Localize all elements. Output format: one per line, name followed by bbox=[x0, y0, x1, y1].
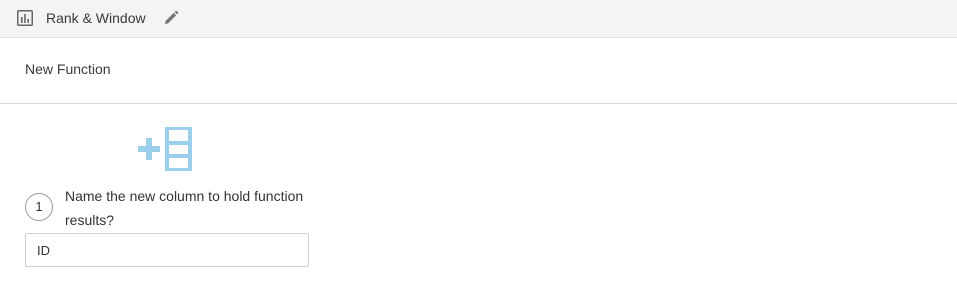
rank-window-panel: Rank & Window New Function 1 Name the ne… bbox=[0, 0, 957, 293]
pencil-icon[interactable] bbox=[163, 10, 179, 26]
title-bar: Rank & Window bbox=[0, 0, 957, 38]
section-header: New Function bbox=[0, 38, 957, 104]
add-column-icon bbox=[138, 126, 192, 172]
panel-title: Rank & Window bbox=[46, 10, 146, 26]
step-question: Name the new column to hold function res… bbox=[65, 188, 304, 228]
section-title: New Function bbox=[25, 61, 111, 77]
new-column-name-input[interactable] bbox=[25, 233, 309, 267]
bar-chart-icon bbox=[17, 10, 33, 26]
step-number-badge: 1 bbox=[25, 193, 53, 221]
